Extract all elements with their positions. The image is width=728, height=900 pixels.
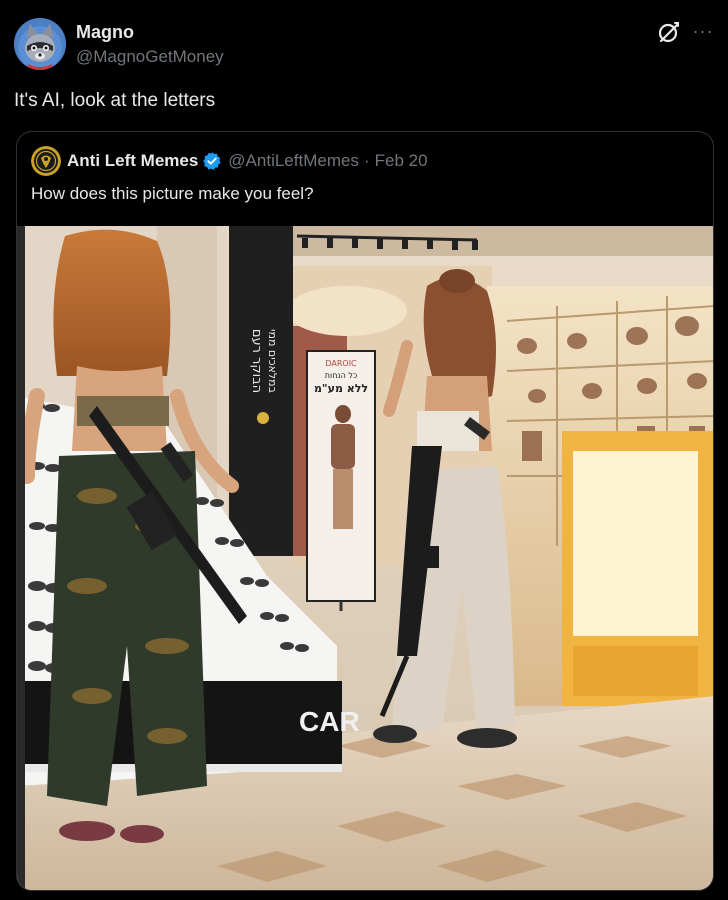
raccoon-avatar-icon — [14, 18, 66, 70]
mall-photo: הבוקר רעם במלאכים ממי DAROIC כל הנחות לל… — [17, 226, 713, 890]
quoted-post-text: How does this picture make you feel? — [31, 184, 314, 203]
grok-button[interactable] — [656, 20, 682, 46]
author-name[interactable]: Magno — [76, 22, 134, 43]
more-options-button[interactable]: ··· — [690, 20, 716, 46]
pillar-text-1: הבוקר רעם — [249, 329, 264, 393]
poster-line-1: כל הנחות — [325, 371, 357, 380]
quoted-post-header: Anti Left Memes @AntiLeftMemes · Feb 20 — [31, 146, 428, 176]
quoted-author-avatar[interactable] — [31, 146, 61, 176]
author-handle[interactable]: @MagnoGetMoney — [76, 47, 224, 67]
poster-title: DAROIC — [325, 359, 357, 368]
quoted-post[interactable]: Anti Left Memes @AntiLeftMemes · Feb 20 … — [16, 131, 714, 891]
verified-badge-icon — [203, 152, 221, 170]
separator-dot: · — [363, 151, 370, 170]
quoted-post-image[interactable]: הבוקר רעם במלאכים ממי DAROIC כל הנחות לל… — [17, 226, 713, 890]
post-text: It's AI, look at the letters — [14, 90, 216, 111]
quoted-author-handle[interactable]: @AntiLeftMemes — [228, 151, 359, 171]
pillar-text-2: במלאכים ממי — [266, 329, 279, 393]
kiosk-sign: CAR — [299, 706, 360, 737]
post: Magno @MagnoGetMoney ··· It's AI, look a… — [0, 0, 728, 900]
grok-icon — [658, 22, 679, 43]
poster-line-2: ללא מע"מ — [314, 382, 368, 395]
quoted-post-date[interactable]: Feb 20 — [375, 151, 428, 171]
author-avatar[interactable] — [14, 18, 66, 70]
quoted-author-name[interactable]: Anti Left Memes — [67, 151, 198, 171]
